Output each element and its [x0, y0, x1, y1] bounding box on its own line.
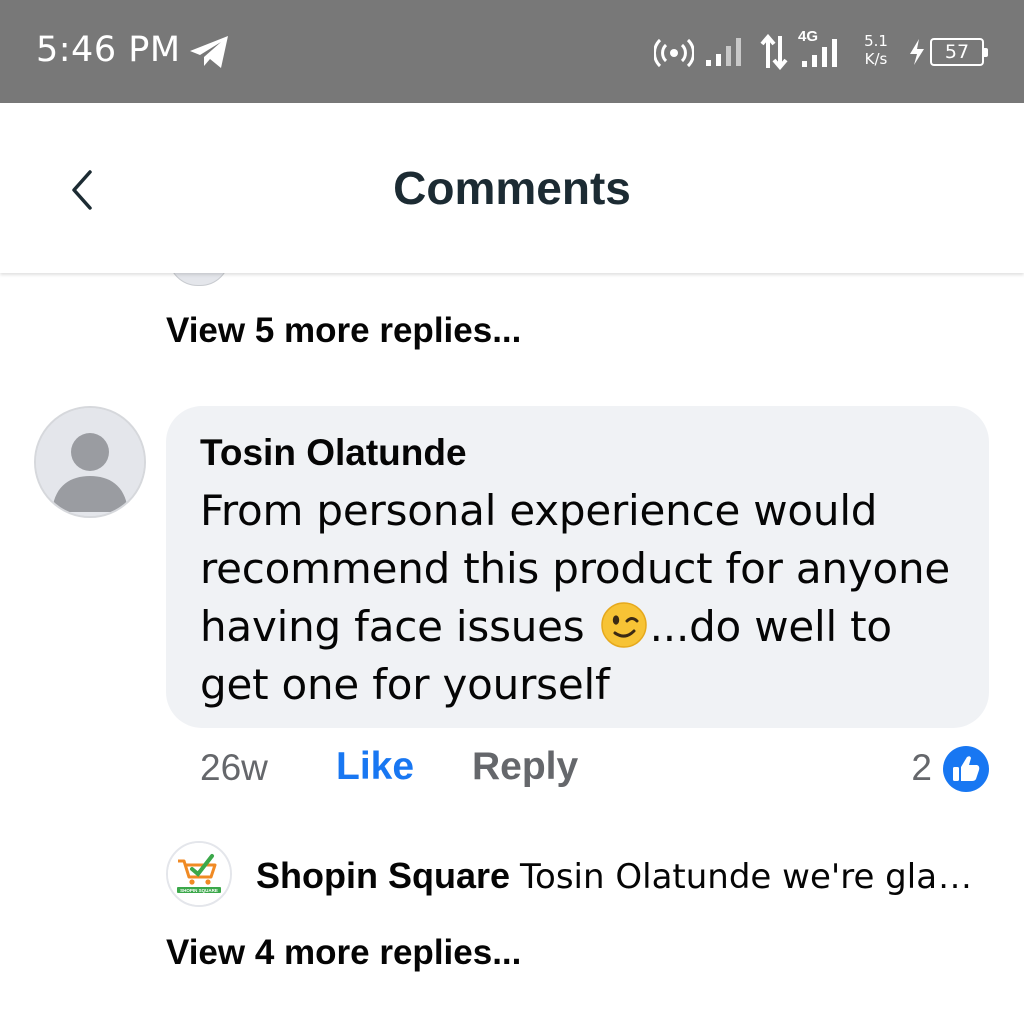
net-speed: 5.1 K/s [858, 32, 894, 68]
comment-actions: 26w Like Reply 2 [200, 745, 990, 795]
comment-author[interactable]: Tosin Olatunde [200, 432, 467, 474]
status-time: 5:46 PM [36, 30, 181, 70]
view-more-replies-link[interactable]: View 5 more replies... [166, 311, 521, 351]
battery-level: 57 [944, 41, 970, 63]
telegram-icon [190, 36, 228, 68]
view-more-replies-link[interactable]: View 4 more replies... [166, 933, 521, 973]
logo-text: SHOPIN SQUARE [180, 888, 218, 893]
battery-icon: 57 [930, 38, 988, 66]
shopping-cart-logo-icon: SHOPIN SQUARE [168, 843, 230, 905]
net-speed-value: 5.1 [864, 32, 888, 50]
reply-snippet: Tosin Olatunde we're glad... [520, 857, 986, 897]
like-button[interactable]: Like [336, 745, 414, 789]
signal-4g-icon: 4G [798, 28, 846, 70]
winking-face-emoji-icon [600, 602, 647, 648]
net-speed-unit: K/s [864, 50, 888, 68]
status-bar: 5:46 PM 4G 5.1 K/s 57 [0, 0, 1024, 103]
reply-preview[interactable]: SHOPIN SQUARE Shopin Square Tosin Olatun… [166, 841, 986, 907]
reply-author[interactable]: Shopin Square [256, 855, 510, 896]
comment-text: From personal experience would recommend… [200, 482, 970, 714]
comments-list[interactable]: View 5 more replies... Tosin Olatunde Fr… [0, 248, 1024, 1015]
page-title: Comments [393, 162, 631, 214]
comments-header: Comments [0, 103, 1024, 273]
reaction-count[interactable]: 2 [911, 747, 932, 789]
hotspot-icon [654, 38, 694, 68]
avatar[interactable] [34, 406, 146, 518]
reply-button[interactable]: Reply [472, 745, 578, 789]
like-reaction-icon[interactable] [942, 745, 990, 793]
data-arrows-icon [760, 34, 788, 70]
reply-text[interactable]: Shopin Square Tosin Olatunde we're glad.… [256, 855, 986, 897]
comment-bubble[interactable]: Tosin Olatunde From personal experience … [166, 406, 989, 728]
charging-icon [910, 39, 924, 65]
shopin-square-logo-avatar[interactable]: SHOPIN SQUARE [166, 841, 232, 907]
default-profile-icon [36, 408, 144, 516]
signal-icon [706, 38, 741, 66]
comment-timestamp: 26w [200, 747, 268, 788]
